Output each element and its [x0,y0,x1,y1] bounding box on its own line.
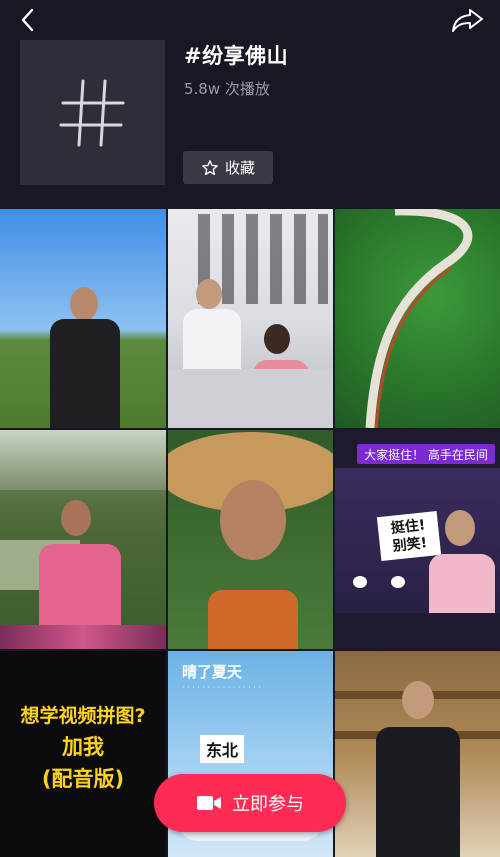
road-image [365,209,473,428]
chevron-left-icon[interactable] [14,6,42,34]
favorite-button[interactable]: 收藏 [183,151,273,184]
overlay-caption: 想学视频拼图? [20,705,146,727]
overlay-caption: (配音版) [41,767,125,791]
overlay-tag: 东北 [200,735,245,763]
video-thumbnail[interactable] [335,209,500,428]
person-figure [35,500,125,625]
video-thumbnail[interactable] [0,209,166,428]
topic-cover [20,40,165,185]
join-button[interactable]: 立即参与 [154,774,346,832]
person-figure [208,480,298,649]
person-figure [370,681,465,857]
video-camera-icon [197,796,221,810]
overlay-caption: 加我 [62,735,104,759]
join-label: 立即参与 [232,794,304,815]
top-bar [0,0,500,40]
hashtag-icon [59,79,124,146]
person-figure [427,510,497,613]
video-thumbnail[interactable] [335,651,500,857]
star-outline-icon [202,159,218,175]
video-thumbnail[interactable]: 大家挺住！ 高手在民间 挺住! 别笑! [335,430,500,649]
share-arrow-icon[interactable] [450,6,486,34]
play-count: 5.8w 次播放 [184,80,270,98]
favorite-label: 收藏 [224,159,255,177]
video-thumbnail[interactable] [168,209,333,428]
video-thumbnail[interactable] [168,430,333,649]
video-grid: 大家挺住！ 高手在民间 挺住! 别笑! 想学视频拼图? 加我 (配音版) 晴了夏… [0,209,500,857]
overlay-caption: 大家挺住！ 高手在民间 [357,444,495,464]
overlay-caption: 晴了夏天 [182,663,243,681]
person-figure [30,279,140,428]
topic-title: #纷享佛山 [184,44,289,68]
video-thumbnail[interactable]: 想学视频拼图? 加我 (配音版) [0,651,166,857]
video-thumbnail[interactable] [0,430,166,649]
